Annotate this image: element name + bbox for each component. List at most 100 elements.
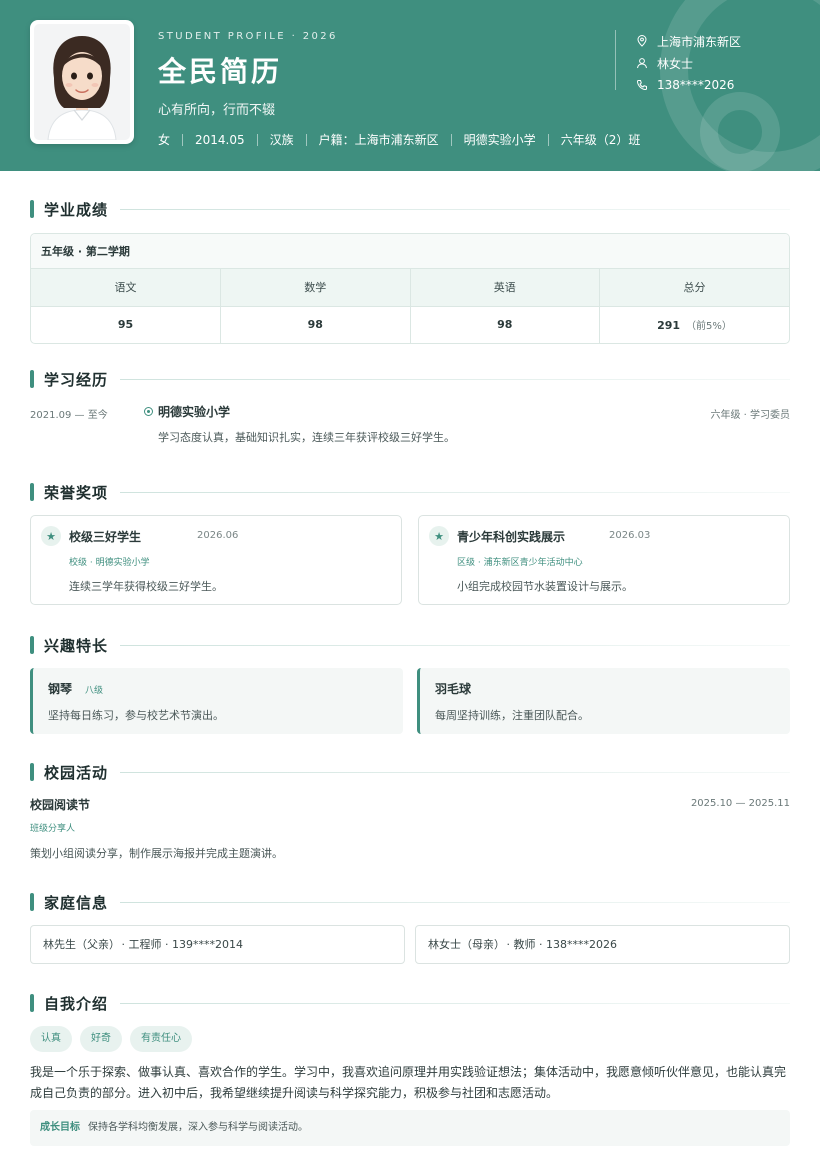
interest-name: 羽毛球 — [435, 682, 472, 696]
family-section: 家庭信息 林先生（父亲） · 工程师 · 139****2014 林女士（母亲） ·… — [30, 892, 790, 964]
star-icon: ★ — [429, 526, 449, 546]
trait-tag: 好奇 — [80, 1026, 122, 1052]
section-title: 家庭信息 — [30, 892, 790, 912]
title-accent-bar — [30, 483, 34, 501]
section-title: 兴趣特长 — [30, 635, 790, 655]
title-line — [120, 1002, 790, 1004]
profile-header: STUDENT PROFILE · 2026 全民简历 心有所向，行而不辍 女 … — [0, 0, 820, 171]
activity-name: 校园阅读节 — [30, 798, 91, 812]
activities-section: 校园活动 校园阅读节 2025.10 — 2025.11 班级分享人 策划小组阅… — [30, 762, 790, 866]
school: 明德实验小学 — [463, 133, 536, 147]
grade-total: 291 （前5%） — [657, 319, 732, 333]
title-line — [120, 644, 790, 646]
honor-name: 青少年科创实践展示 — [457, 530, 566, 544]
education-role: 六年级 · 学习委员 — [710, 410, 790, 421]
honor-desc: 小组完成校园节水装置设计与展示。 — [457, 580, 633, 593]
honor-org: 校级 · 明德实验小学 — [69, 558, 150, 568]
contact-guardian: 林女士 — [636, 52, 741, 74]
divider — [547, 133, 549, 146]
self-introduction: 我是一个乐于探索、做事认真、喜欢合作的学生。学习中，我喜欢追问原理并用实践验证想… — [30, 1065, 787, 1100]
grades-table: 五年级 · 第二学期 语文 数学 英语 总分 95 98 98 291 （前5%） — [30, 233, 790, 344]
education-entry: 2021.09 — 至今 明德实验小学 六年级 · 学习委员 学习态度认真，基础… — [30, 403, 790, 447]
activity-entry: 校园阅读节 2025.10 — 2025.11 班级分享人 策划小组阅读分享，制… — [30, 796, 790, 866]
education-school: 明德实验小学 — [144, 403, 230, 420]
basic-info: 女 2014.05 汉族 户籍：上海市浦东新区 明德实验小学 六年级（2）班 — [158, 131, 640, 148]
title-line — [120, 901, 790, 903]
divider — [450, 133, 452, 146]
title-accent-bar — [30, 893, 34, 911]
activity-period: 2025.10 — 2025.11 — [690, 798, 790, 809]
family-member-name: 林女士（母亲） — [428, 938, 500, 951]
title-line — [120, 378, 790, 380]
activity-desc: 策划小组阅读分享，制作展示海报并完成主题演讲。 — [30, 847, 283, 860]
student-portrait-icon — [34, 24, 130, 140]
interest-desc: 每周坚持训练，注重团队配合。 — [435, 709, 589, 722]
contact-location: 上海市浦东新区 — [636, 30, 741, 52]
grades-section: 学业成绩 五年级 · 第二学期 语文 数学 英语 总分 95 98 98 291… — [30, 199, 790, 344]
page-title: 全民简历 — [158, 55, 283, 88]
family-list: 林先生（父亲） · 工程师 · 139****2014 林女士（母亲） · 教师 ·… — [30, 925, 790, 964]
table-row: 95 98 98 291 （前5%） — [31, 306, 789, 343]
trait-tag: 有责任心 — [130, 1026, 192, 1052]
activity-role: 班级分享人 — [30, 824, 76, 834]
birth-date: 2014.05 — [195, 132, 245, 147]
trait-tag: 认真 — [30, 1026, 72, 1052]
rank-note: （前5%） — [686, 321, 732, 333]
interest-desc: 坚持每日练习，参与校艺术节演出。 — [48, 709, 224, 722]
title-accent-bar — [30, 763, 34, 781]
section-title: 学习经历 — [30, 369, 790, 389]
title-line — [120, 208, 790, 210]
section-title: 自我介绍 — [30, 993, 790, 1013]
family-member: 林女士（母亲） · 教师 · 138****2026 — [415, 925, 790, 964]
motto: 心有所向，行而不辍 — [158, 103, 276, 118]
ethnicity: 汉族 — [269, 133, 294, 147]
family-member: 林先生（父亲） · 工程师 · 139****2014 — [30, 925, 405, 964]
term-label: 五年级 · 第二学期 — [31, 234, 789, 269]
trait-tags: 认真 好奇 有责任心 — [30, 1026, 790, 1052]
timeline-dot-icon — [144, 407, 153, 416]
grade-chinese: 95 — [31, 306, 221, 343]
table-header-row: 语文 数学 英语 总分 — [31, 269, 789, 307]
section-title: 学业成绩 — [30, 199, 790, 219]
interest-card: 羽毛球 每周坚持训练，注重团队配合。 — [417, 668, 790, 734]
user-icon — [637, 58, 647, 69]
growth-goal-text: 保持各学科均衡发展，深入参与科学与阅读活动。 — [88, 1122, 308, 1133]
interests-section: 兴趣特长 钢琴 八级 坚持每日练习，参与校艺术节演出。 羽毛球 每周坚持训练，注… — [30, 635, 790, 734]
interest-level: 八级 — [85, 686, 104, 696]
contact-info: 上海市浦东新区 林女士 138****2026 — [615, 30, 741, 92]
honor-card: ★ 校级三好学生 2026.06 校级 · 明德实验小学 连续三学年获得校级三好… — [30, 515, 402, 605]
title-accent-bar — [30, 636, 34, 654]
location-pin-icon — [637, 35, 647, 47]
contact-phone: 138****2026 — [636, 74, 741, 96]
education-desc: 学习态度认真，基础知识扎实，连续三年获评校级三好学生。 — [158, 431, 455, 444]
section-title: 荣誉奖项 — [30, 482, 790, 502]
honor-card: ★ 青少年科创实践展示 2026.03 区级 · 浦东新区青少年活动中心 小组完… — [418, 515, 790, 605]
grade-english: 98 — [410, 306, 600, 343]
title-accent-bar — [30, 370, 34, 388]
family-member-detail: · 教师 · 138****2026 — [506, 938, 617, 951]
title-accent-bar — [30, 994, 34, 1012]
honor-list: ★ 校级三好学生 2026.06 校级 · 明德实验小学 连续三学年获得校级三好… — [30, 515, 790, 605]
star-icon: ★ — [41, 526, 61, 546]
profile-tag: STUDENT PROFILE · 2026 — [158, 31, 338, 42]
honor-name: 校级三好学生 — [69, 530, 142, 544]
title-line — [120, 491, 790, 493]
title-line — [120, 771, 790, 773]
phone-icon — [636, 80, 647, 91]
grade-math: 98 — [220, 306, 411, 343]
honor-org: 区级 · 浦东新区青少年活动中心 — [457, 558, 583, 568]
honor-date: 2026.06 — [197, 530, 239, 541]
education-period: 2021.09 — 至今 — [30, 410, 108, 421]
intro-section: 自我介绍 认真 好奇 有责任心 我是一个乐于探索、做事认真、喜欢合作的学生。学习… — [30, 993, 790, 1146]
honor-desc: 连续三学年获得校级三好学生。 — [69, 580, 223, 593]
interest-name: 钢琴 — [48, 682, 73, 696]
divider — [182, 133, 184, 146]
divider — [305, 133, 307, 146]
student-photo — [30, 20, 134, 144]
decorative-ring-small — [700, 92, 780, 171]
growth-goal: 成长目标 保持各学科均衡发展，深入参与科学与阅读活动。 — [30, 1110, 790, 1146]
class: 六年级（2）班 — [560, 133, 641, 147]
divider — [256, 133, 258, 146]
column-header: 数学 — [220, 269, 411, 307]
column-header: 英语 — [410, 269, 600, 307]
